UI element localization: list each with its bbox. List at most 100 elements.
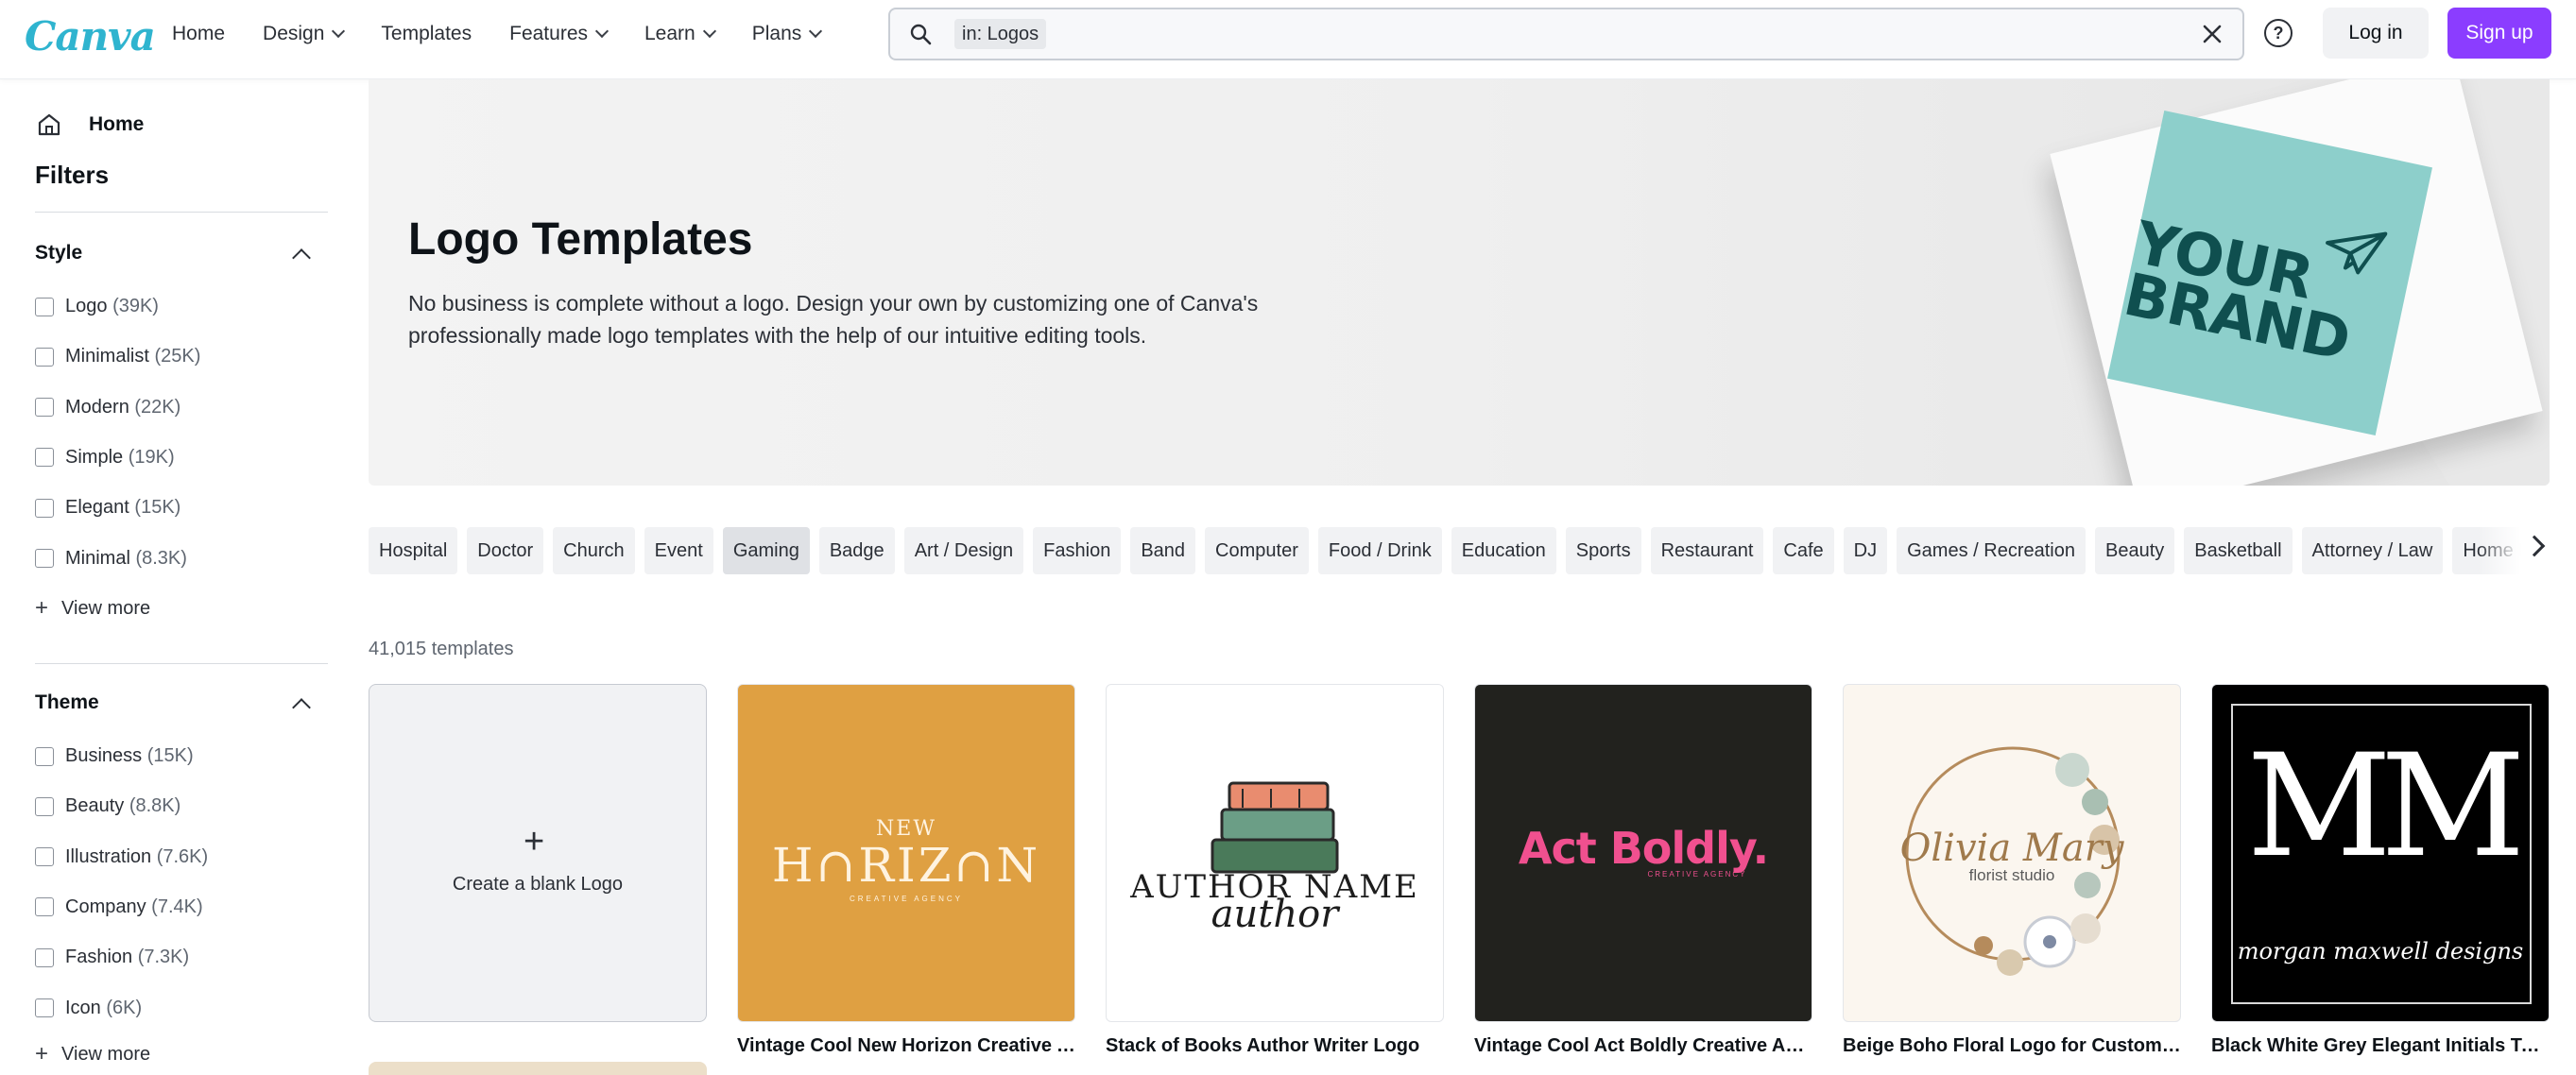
nav-item-templates[interactable]: Templates — [381, 23, 472, 45]
checkbox[interactable] — [35, 498, 54, 518]
checkbox[interactable] — [35, 897, 54, 917]
nav-item-home[interactable]: Home — [172, 23, 225, 45]
category-chip[interactable]: Computer — [1205, 527, 1309, 574]
template-title[interactable]: Vintage Cool Act Boldly Creative Age... — [1474, 1035, 1812, 1057]
search-bar[interactable]: in: Logos — [888, 8, 2244, 60]
checkbox[interactable] — [35, 947, 54, 967]
main-nav: Home Design Templates Features Learn Plans — [172, 0, 823, 68]
theme-view-more[interactable]: + View more — [35, 1043, 150, 1066]
signup-button[interactable]: Sign up — [2447, 8, 2551, 59]
template-card[interactable]: NEW H∩RIZ∩N CREATIVE AGENCY Vintage Cool Ne… — [737, 684, 1075, 1057]
chevron-up-icon[interactable] — [292, 248, 311, 267]
style-section-title[interactable]: Style — [35, 242, 82, 264]
template-card[interactable]: AUTHOR NAME author Stack of Books Author W… — [1106, 684, 1444, 1057]
category-chip[interactable]: Beauty — [2094, 527, 2175, 574]
next-row-card[interactable] — [369, 1062, 707, 1075]
logo-art-main: MM — [2246, 725, 2525, 889]
category-chip[interactable]: Hospital — [369, 527, 458, 574]
filter-label: Minimalist — [65, 346, 149, 367]
category-chip[interactable]: Band — [1130, 527, 1196, 574]
template-card[interactable]: Act Boldly. CREATIVE AGENCY Vintage Cool A… — [1474, 684, 1812, 1057]
close-icon[interactable] — [2201, 23, 2224, 45]
filter-count: (39K) — [112, 296, 159, 316]
create-blank-logo-card[interactable]: + Create a blank Logo — [369, 684, 707, 1022]
filter-count: (22K) — [134, 396, 181, 418]
theme-filter-illustration[interactable]: Illustration (7.6K) — [35, 846, 208, 868]
nav-item-label: Learn — [644, 23, 696, 44]
category-chip[interactable]: Games / Recreation — [1897, 527, 2086, 574]
create-blank-label: Create a blank Logo — [452, 874, 624, 895]
style-filter-modern[interactable]: Modern (22K) — [35, 397, 180, 418]
style-filter-elegant[interactable]: Elegant (15K) — [35, 497, 180, 519]
category-chip[interactable]: Event — [644, 527, 713, 574]
category-chip[interactable]: Fashion — [1033, 527, 1122, 574]
checkbox[interactable] — [35, 549, 54, 568]
category-chip[interactable]: Cafe — [1773, 527, 1834, 574]
theme-section-title[interactable]: Theme — [35, 691, 99, 714]
filter-count: (7.4K) — [151, 896, 203, 917]
style-filter-minimal[interactable]: Minimal (8.3K) — [35, 548, 187, 570]
divider — [35, 663, 328, 664]
theme-filter-fashion[interactable]: Fashion (7.3K) — [35, 947, 189, 968]
template-title[interactable]: Vintage Cool New Horizon Creative Ag... — [737, 1035, 1075, 1057]
checkbox[interactable] — [35, 998, 54, 1017]
theme-filter-company[interactable]: Company (7.4K) — [35, 896, 203, 918]
nav-item-plans[interactable]: Plans — [752, 23, 823, 45]
category-chip[interactable]: Attorney / Law — [2301, 527, 2444, 574]
checkbox[interactable] — [35, 796, 54, 816]
checkbox[interactable] — [35, 746, 54, 766]
logo-art-sub: author — [1211, 893, 1339, 936]
category-chip[interactable]: DJ — [1843, 527, 1888, 574]
template-thumbnail[interactable]: Act Boldly. CREATIVE AGENCY — [1474, 684, 1812, 1022]
category-chip[interactable]: Basketball — [2184, 527, 2293, 574]
filter-count: (15K) — [146, 745, 194, 766]
checkbox[interactable] — [35, 448, 54, 468]
category-chip[interactable]: Food / Drink — [1317, 527, 1442, 574]
filter-label: Logo — [65, 296, 108, 316]
checkbox[interactable] — [35, 847, 54, 867]
category-chip[interactable]: Doctor — [467, 527, 544, 574]
template-thumbnail[interactable]: AUTHOR NAME author — [1106, 684, 1444, 1022]
template-title[interactable]: Beige Boho Floral Logo for Custom Fl... — [1843, 1035, 2181, 1057]
nav-item-features[interactable]: Features — [509, 23, 610, 45]
style-filter-minimalist[interactable]: Minimalist (25K) — [35, 346, 200, 367]
filter-label: Fashion — [65, 947, 133, 968]
template-title[interactable]: Black White Grey Elegant Initials Typo..… — [2211, 1035, 2550, 1057]
category-chip[interactable]: Restaurant — [1650, 527, 1764, 574]
template-thumbnail[interactable]: MM morgan maxwell designs — [2211, 684, 2550, 1022]
style-view-more[interactable]: + View more — [35, 597, 150, 620]
chevron-up-icon[interactable] — [292, 698, 311, 717]
login-button[interactable]: Log in — [2323, 8, 2429, 59]
sidebar-home-link[interactable]: Home — [36, 111, 144, 138]
nav-item-design[interactable]: Design — [263, 23, 346, 45]
template-thumbnail[interactable]: Olivia Mary florist studio — [1843, 684, 2181, 1022]
filters-sidebar: Home Filters Style Logo (39K) Minimalist … — [0, 79, 359, 1075]
checkbox[interactable] — [35, 347, 54, 367]
category-chip[interactable]: Education — [1451, 527, 1556, 574]
category-chip[interactable]: Badge — [818, 527, 895, 574]
category-chip[interactable]: Church — [553, 527, 635, 574]
search-scope-chip[interactable]: in: Logos — [954, 19, 1047, 49]
canva-logo[interactable]: Canva — [25, 13, 156, 60]
template-thumbnail[interactable]: NEW H∩RIZ∩N CREATIVE AGENCY — [737, 684, 1075, 1022]
category-chip[interactable]: Art / Design — [903, 527, 1024, 574]
template-title[interactable]: Stack of Books Author Writer Logo — [1106, 1035, 1444, 1057]
home-icon — [38, 113, 60, 136]
chevron-down-icon — [809, 24, 823, 39]
nav-item-learn[interactable]: Learn — [644, 23, 716, 45]
style-filter-simple[interactable]: Simple (19K) — [35, 447, 175, 469]
checkbox[interactable] — [35, 398, 54, 418]
theme-filter-icon[interactable]: Icon (6K) — [35, 998, 142, 1019]
help-icon[interactable]: ? — [2264, 19, 2293, 47]
checkbox[interactable] — [35, 297, 54, 316]
theme-filter-business[interactable]: Business (15K) — [35, 745, 194, 767]
template-card[interactable]: Olivia Mary florist studio Beige Boho Flor… — [1843, 684, 2181, 1057]
search-icon[interactable] — [909, 23, 932, 45]
nav-item-label: Home — [172, 23, 226, 44]
search-input[interactable] — [1070, 15, 2109, 53]
category-chip[interactable]: Sports — [1565, 527, 1641, 574]
category-chip[interactable]: Gaming — [722, 527, 810, 574]
theme-filter-beauty[interactable]: Beauty (8.8K) — [35, 795, 180, 817]
template-card[interactable]: MM morgan maxwell designs Black White Grey… — [2211, 684, 2550, 1057]
style-filter-logo[interactable]: Logo (39K) — [35, 296, 159, 317]
